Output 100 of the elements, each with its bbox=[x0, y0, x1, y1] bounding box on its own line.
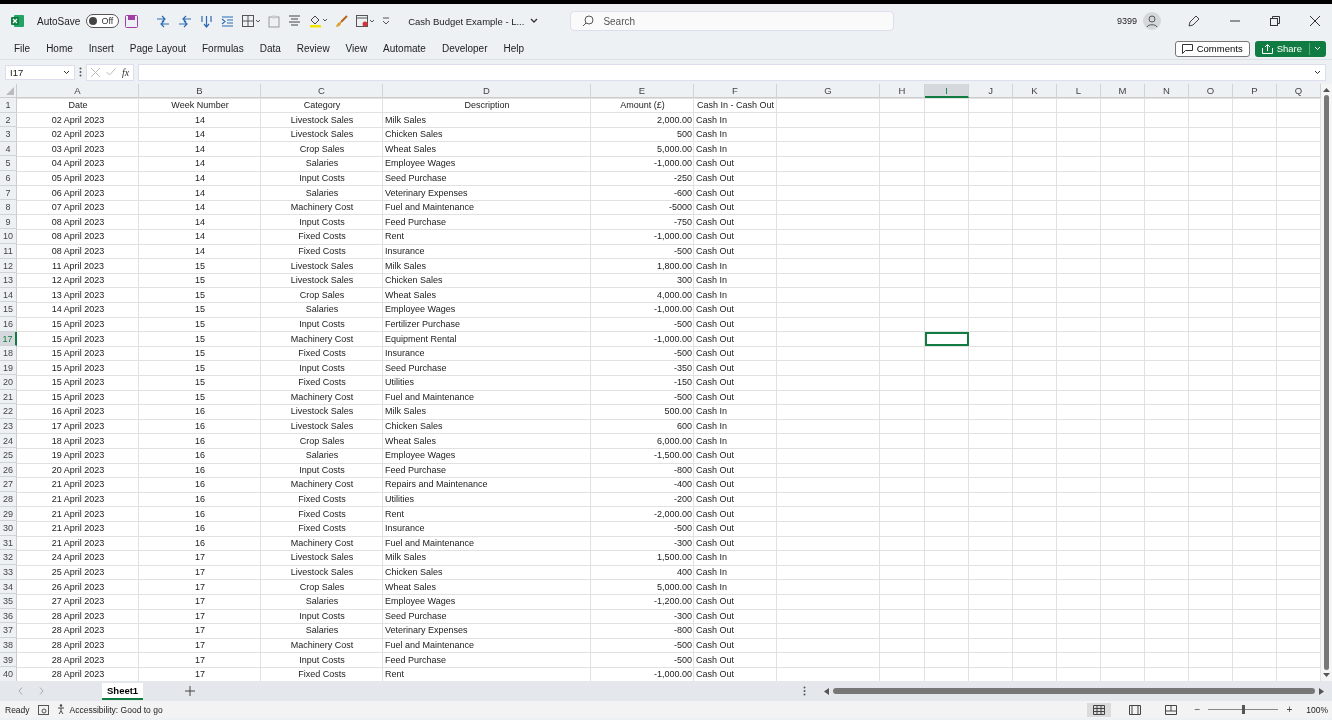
row-number[interactable]: 20 bbox=[0, 375, 17, 390]
more-icon[interactable] bbox=[803, 686, 806, 696]
column-header[interactable]: D bbox=[383, 84, 591, 98]
column-header[interactable]: F bbox=[694, 84, 777, 98]
zoom-out-button[interactable]: − bbox=[1194, 704, 1201, 715]
row-number[interactable]: 10 bbox=[0, 229, 17, 244]
autosave-toggle[interactable]: Off bbox=[86, 14, 120, 28]
check-icon[interactable] bbox=[106, 68, 116, 76]
arrows-icon[interactable] bbox=[178, 14, 193, 28]
arrows-icon[interactable] bbox=[156, 14, 171, 28]
selected-cell[interactable] bbox=[925, 331, 969, 347]
table-cell-text: Salaries bbox=[304, 449, 340, 463]
brush-icon[interactable] bbox=[335, 14, 349, 28]
column-header[interactable]: E bbox=[591, 84, 694, 98]
search-field[interactable]: Search bbox=[570, 11, 895, 31]
zoom-in-button[interactable]: + bbox=[1286, 704, 1293, 715]
add-sheet-icon[interactable] bbox=[185, 686, 196, 696]
row-number[interactable]: 33 bbox=[0, 565, 17, 580]
row-number[interactable]: 22 bbox=[0, 404, 17, 420]
normal-view-button[interactable] bbox=[1086, 702, 1111, 717]
ribbon-tab[interactable]: Data bbox=[253, 43, 287, 54]
merge-icon[interactable] bbox=[200, 14, 214, 28]
row-number[interactable]: 18 bbox=[0, 346, 17, 361]
column-header[interactable]: G bbox=[777, 84, 880, 98]
row-number[interactable]: 1 bbox=[0, 98, 17, 113]
column-header[interactable]: K bbox=[1013, 84, 1057, 98]
avatar-icon[interactable] bbox=[1143, 12, 1161, 30]
chevron-down-icon[interactable] bbox=[530, 18, 539, 24]
table-cell-text: Cash In bbox=[695, 434, 729, 448]
ribbon-tab[interactable]: Help bbox=[497, 43, 531, 54]
row-number[interactable]: 28 bbox=[0, 492, 17, 507]
row-number[interactable]: 13 bbox=[0, 273, 17, 288]
row-number[interactable]: 25 bbox=[0, 448, 17, 463]
column-header[interactable]: I bbox=[925, 84, 969, 98]
row-number[interactable]: 5 bbox=[0, 156, 17, 171]
zoom-slider-thumb[interactable] bbox=[1241, 705, 1245, 714]
fill-color-icon[interactable] bbox=[309, 14, 328, 28]
ribbon-tab[interactable]: Home bbox=[40, 43, 79, 54]
row-number[interactable]: 30 bbox=[0, 521, 17, 536]
column-header[interactable]: Q bbox=[1277, 84, 1321, 98]
column-header[interactable]: O bbox=[1189, 84, 1233, 98]
column-header[interactable]: J bbox=[969, 84, 1013, 98]
scroll-down-icon[interactable] bbox=[1323, 673, 1330, 678]
table-cell-text: Livestock Sales bbox=[289, 405, 355, 419]
ribbon-tab[interactable]: View bbox=[339, 43, 374, 54]
comments-button[interactable]: Comments bbox=[1174, 40, 1250, 57]
table-cell-text: Cash In - Cash Out bbox=[695, 99, 775, 112]
ribbon-tab[interactable]: Insert bbox=[82, 43, 120, 54]
column-header[interactable]: M bbox=[1101, 84, 1145, 98]
row-number[interactable]: 40 bbox=[0, 667, 17, 681]
scrollbar-thumb[interactable] bbox=[1324, 95, 1329, 670]
scroll-up-icon[interactable] bbox=[1323, 87, 1330, 92]
more-icon[interactable] bbox=[79, 67, 82, 77]
sheet-tab[interactable]: Sheet1 bbox=[102, 682, 144, 700]
indent-icon[interactable] bbox=[221, 14, 235, 28]
table-cell-text: 15 bbox=[194, 317, 206, 331]
scrollbar-thumb[interactable] bbox=[833, 688, 1315, 694]
row-number[interactable]: 8 bbox=[0, 200, 17, 215]
column-header[interactable]: B bbox=[139, 84, 261, 98]
formula-input[interactable] bbox=[138, 63, 1326, 81]
camera-icon[interactable] bbox=[37, 704, 49, 715]
table-cell-text: Cash Out bbox=[695, 215, 736, 229]
row-number[interactable]: 37 bbox=[0, 623, 17, 638]
row-number[interactable]: 27 bbox=[0, 477, 17, 493]
accessibility-status[interactable]: Accessibility: Good to go bbox=[56, 704, 163, 715]
row-number[interactable]: 32 bbox=[0, 550, 17, 565]
row-number[interactable]: 15 bbox=[0, 302, 17, 317]
row-number[interactable]: 35 bbox=[0, 594, 17, 609]
save-icon[interactable] bbox=[125, 14, 139, 28]
customize-icon[interactable] bbox=[382, 17, 391, 25]
ribbon-tab[interactable]: Page Layout bbox=[123, 43, 192, 54]
ribbon-tab[interactable]: File bbox=[8, 43, 37, 54]
scroll-right-icon[interactable] bbox=[1319, 687, 1324, 695]
document-title[interactable]: Cash Budget Example - L... bbox=[408, 15, 525, 27]
insert-function-button[interactable]: fx bbox=[122, 66, 130, 78]
close-icon[interactable] bbox=[1310, 16, 1320, 26]
sheet-icon[interactable] bbox=[356, 14, 375, 28]
row-number[interactable]: 23 bbox=[0, 419, 17, 434]
column-header[interactable]: C bbox=[261, 84, 383, 98]
share-button[interactable]: Share bbox=[1254, 40, 1326, 57]
pen-icon[interactable] bbox=[1187, 14, 1200, 28]
ribbon-tab[interactable]: Review bbox=[290, 43, 336, 54]
name-box[interactable]: I17 bbox=[5, 64, 75, 80]
ribbon-tab[interactable]: Formulas bbox=[196, 43, 250, 54]
restore-icon[interactable] bbox=[1270, 16, 1280, 26]
column-header[interactable]: A bbox=[17, 84, 139, 98]
column-header[interactable]: H bbox=[880, 84, 925, 98]
scroll-left-icon[interactable] bbox=[824, 687, 829, 695]
table-cell-text: Cash Out bbox=[695, 638, 736, 652]
borders-icon[interactable] bbox=[242, 14, 261, 28]
clipboard-icon[interactable] bbox=[268, 14, 281, 28]
column-header[interactable]: N bbox=[1145, 84, 1189, 98]
table-cell-text: 17 bbox=[194, 595, 206, 609]
column-header[interactable]: P bbox=[1233, 84, 1277, 98]
table-cell-text: 08 April 2023 bbox=[50, 215, 106, 229]
ribbon-tab[interactable]: Automate bbox=[377, 43, 432, 54]
column-header[interactable]: L bbox=[1057, 84, 1101, 98]
zoom-level[interactable]: 100% bbox=[1306, 704, 1328, 715]
row-number[interactable]: 3 bbox=[0, 127, 17, 142]
ribbon-tab[interactable]: Developer bbox=[435, 43, 494, 54]
